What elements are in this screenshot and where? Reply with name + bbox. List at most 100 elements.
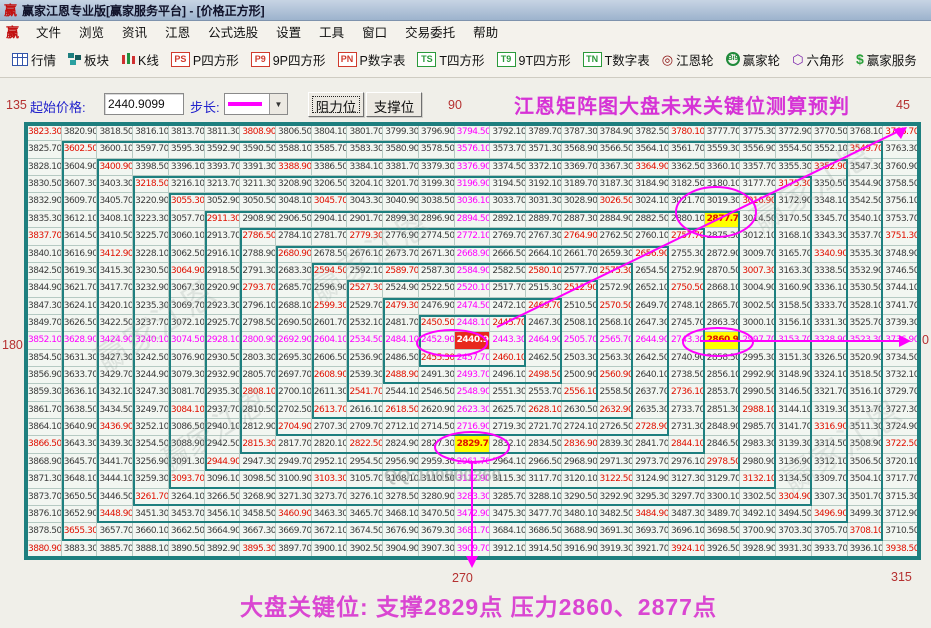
matrix-cell: 3115.30 bbox=[490, 471, 527, 489]
matrix-cell: 3676.90 bbox=[383, 523, 419, 541]
menu-item-浏览[interactable]: 浏览 bbox=[70, 24, 113, 42]
matrix-cell: 3564.10 bbox=[633, 141, 669, 159]
matrix-cell: 2556.10 bbox=[561, 384, 598, 402]
matrix-cell: 3645.70 bbox=[61, 453, 98, 472]
matrix-cell: 2683.30 bbox=[276, 262, 312, 281]
support-button[interactable]: 支撑位 bbox=[366, 92, 422, 117]
matrix-cell: 2865.70 bbox=[704, 297, 741, 315]
matrix-cell: 3280.90 bbox=[418, 488, 455, 506]
menu-item-文件[interactable]: 文件 bbox=[27, 24, 70, 42]
matrix-cell: 2906.50 bbox=[276, 210, 312, 229]
matrix-cell: 3112.90 bbox=[454, 471, 491, 489]
matrix-cell: 2774.50 bbox=[418, 228, 455, 246]
matrix-cell: 3633.70 bbox=[61, 367, 98, 385]
matrix-cell: 2570.50 bbox=[597, 297, 634, 315]
matrix-cell: 3643.30 bbox=[61, 436, 98, 454]
menu-item-江恩[interactable]: 江恩 bbox=[156, 24, 199, 42]
matrix-cell: 3616.90 bbox=[61, 245, 98, 263]
matrix-cell: 3864.10 bbox=[26, 419, 62, 437]
matrix-cell: 2872.90 bbox=[704, 245, 741, 263]
start-price-input[interactable] bbox=[104, 93, 184, 115]
matrix-cell: 2611.30 bbox=[311, 384, 348, 402]
toolbar-item-quotes[interactable]: 行情 bbox=[6, 47, 62, 72]
toolbar-item-winner-wheel[interactable]: Bi9 赢家轮 bbox=[720, 47, 787, 72]
matrix-cell: 3547.30 bbox=[847, 158, 884, 177]
toolbar-item-9p-square[interactable]: P9 9P四方形 bbox=[245, 47, 332, 72]
matrix-cell: 2644.90 bbox=[633, 332, 669, 350]
matrix-cell: 2805.70 bbox=[240, 367, 277, 385]
matrix-cell: 3225.70 bbox=[133, 228, 169, 246]
toolbar-item-p-number-table[interactable]: PN P数字表 bbox=[332, 47, 412, 72]
menu-item-窗口[interactable]: 窗口 bbox=[353, 24, 396, 42]
matrix-cell: 3830.50 bbox=[26, 176, 62, 194]
matrix-cell: 3672.10 bbox=[311, 523, 348, 541]
matrix-cell: 3652.90 bbox=[61, 505, 98, 524]
matrix-cell: 2589.70 bbox=[383, 262, 419, 281]
matrix-cell: 3571.30 bbox=[526, 141, 562, 159]
toolbar-item-p-square[interactable]: PS P四方形 bbox=[165, 47, 245, 72]
matrix-cell: 3760.90 bbox=[883, 158, 919, 177]
matrix-cell: 2916.10 bbox=[204, 245, 241, 263]
matrix-cell: 3460.90 bbox=[276, 505, 312, 524]
matrix-cell: 2642.50 bbox=[633, 349, 669, 368]
step-line-style-select[interactable]: ▼ bbox=[224, 93, 288, 115]
matrix-cell: 2709.70 bbox=[347, 419, 384, 437]
matrix-cell: 3782.50 bbox=[633, 124, 669, 142]
angle-label-90: 90 bbox=[448, 98, 462, 112]
toolbar-item-hexagon[interactable]: ⬡ 六角形 bbox=[786, 47, 850, 72]
matrix-cell: 3789.70 bbox=[526, 124, 562, 142]
matrix-cell: 2582.50 bbox=[490, 262, 527, 281]
matrix-cell: 3429.70 bbox=[97, 367, 134, 385]
matrix-cell: 2661.70 bbox=[561, 245, 598, 263]
toolbar-item-9t-square[interactable]: T9 9T四方形 bbox=[491, 47, 577, 72]
matrix-cell: 3064.90 bbox=[168, 262, 205, 281]
matrix-cell: 3348.10 bbox=[811, 193, 848, 211]
matrix-cell: 3888.10 bbox=[133, 540, 169, 558]
chevron-down-icon[interactable]: ▼ bbox=[269, 94, 287, 114]
matrix-cell: 3057.70 bbox=[168, 210, 205, 229]
gann-price-square-matrix: 3823.30 3820.90 3818.50 3816.10 3813.70 3811.… bbox=[24, 122, 921, 560]
toolbar-item-sectors[interactable]: 板块 bbox=[62, 47, 115, 72]
matrix-cell: 3703.30 bbox=[776, 523, 812, 541]
matrix-cell: 2512.90 bbox=[561, 280, 598, 298]
t-number-table-badge-icon: TN bbox=[582, 51, 602, 67]
matrix-cell: 2467.30 bbox=[526, 314, 562, 333]
menu-item-公式选股[interactable]: 公式选股 bbox=[199, 24, 267, 42]
matrix-cell: 3230.50 bbox=[133, 262, 169, 281]
matrix-cell: 3002.50 bbox=[740, 297, 777, 315]
matrix-cell: 3441.70 bbox=[97, 453, 134, 472]
matrix-cell: 3489.70 bbox=[704, 505, 741, 524]
start-price-label: 起始价格: bbox=[30, 100, 86, 115]
menu-item-资讯[interactable]: 资讯 bbox=[113, 24, 156, 42]
matrix-cell: 2481.70 bbox=[383, 314, 419, 333]
toolbar-item-t-square[interactable]: TS T四方形 bbox=[411, 47, 490, 72]
matrix-cell: 3890.50 bbox=[168, 540, 205, 558]
toolbar-item-gann-wheel[interactable]: ◎ 江恩轮 bbox=[656, 47, 720, 72]
matrix-cell: 2964.10 bbox=[490, 453, 527, 472]
menu-item-工具[interactable]: 工具 bbox=[310, 24, 353, 42]
matrix-cell: 2673.70 bbox=[383, 245, 419, 263]
toolbar-item-winner-service[interactable]: $ 赢家服务 bbox=[850, 47, 923, 72]
matrix-cell: 2558.50 bbox=[597, 384, 634, 402]
resistance-button[interactable]: 阻力位 bbox=[308, 92, 364, 117]
matrix-cell: 3218.50 bbox=[133, 176, 169, 194]
matrix-cell: 2776.90 bbox=[383, 228, 419, 246]
matrix-cell: 3273.70 bbox=[311, 488, 348, 506]
matrix-cell: 3369.70 bbox=[561, 158, 598, 177]
matrix-cell: 3024.10 bbox=[633, 193, 669, 211]
menu-item-设置[interactable]: 设置 bbox=[267, 24, 310, 42]
matrix-cell: 3621.70 bbox=[61, 280, 98, 298]
matrix-cell: 2666.50 bbox=[490, 245, 527, 263]
matrix-cell: 2952.10 bbox=[311, 453, 348, 472]
matrix-cell: 2510.50 bbox=[561, 297, 598, 315]
menu-item-帮助[interactable]: 帮助 bbox=[464, 24, 507, 42]
matrix-cell: 3885.70 bbox=[97, 540, 134, 558]
toolbar-item-t-number-table[interactable]: TN T数字表 bbox=[577, 47, 656, 72]
matrix-cell: 3501.70 bbox=[847, 488, 884, 506]
matrix-cell: 3360.10 bbox=[704, 158, 741, 177]
matrix-cell: 2932.90 bbox=[204, 367, 241, 385]
matrix-cell: 3796.90 bbox=[418, 124, 455, 142]
matrix-cell: 3434.50 bbox=[97, 401, 134, 420]
toolbar-item-kline[interactable]: K线 bbox=[115, 47, 165, 72]
menu-item-交易委托[interactable]: 交易委托 bbox=[396, 24, 464, 42]
